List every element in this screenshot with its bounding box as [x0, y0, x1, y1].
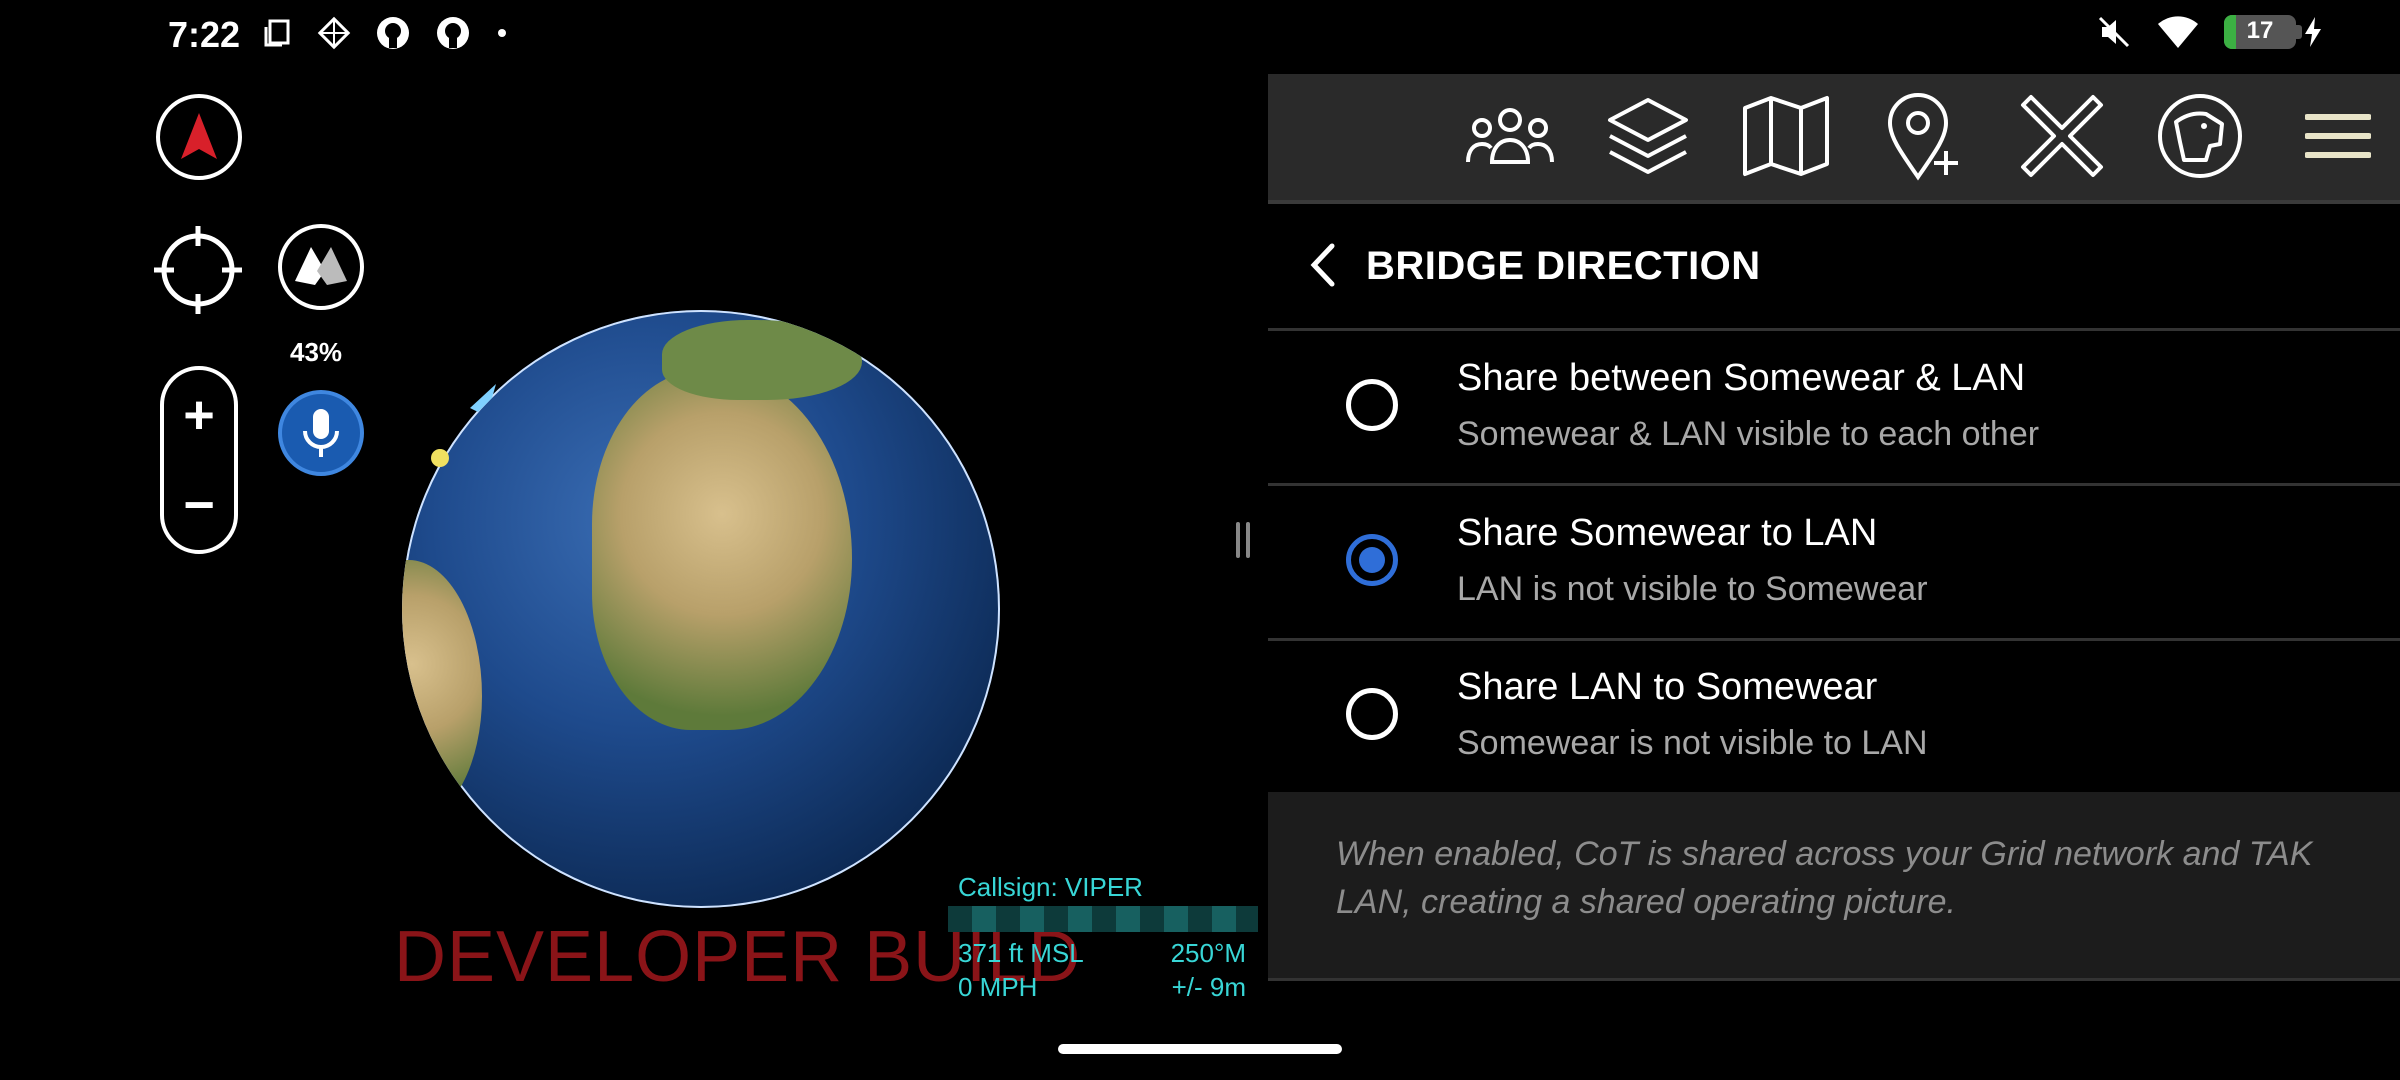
- option-subtitle: LAN is not visible to Somewear: [1457, 570, 1928, 608]
- battery-charging-icon: 17: [2224, 15, 2324, 49]
- tools-button[interactable]: [2014, 88, 2110, 184]
- dot-icon: [498, 29, 506, 37]
- status-icons-right: 17: [2096, 14, 2324, 50]
- option-share-between[interactable]: Share between Somewear & LAN Somewear & …: [1268, 331, 2400, 486]
- toolbar: [1268, 74, 2400, 204]
- dog-icon: [2158, 94, 2242, 178]
- back-chevron-icon[interactable]: [1304, 242, 1344, 288]
- github-icon: [437, 17, 469, 49]
- option-somewear-to-lan[interactable]: Share Somewear to LAN LAN is not visible…: [1268, 486, 2400, 641]
- heading-readout: 250°M: [1170, 938, 1246, 968]
- yellow-marker-icon[interactable]: [428, 446, 452, 470]
- altitude-readout: 371 ft MSL: [958, 938, 1084, 968]
- copy-icon: [264, 19, 290, 47]
- radio-share-between[interactable]: [1346, 379, 1398, 431]
- compass-button[interactable]: [156, 94, 242, 180]
- home-indicator[interactable]: [1058, 1044, 1342, 1054]
- diamond-grid-icon: [317, 16, 351, 50]
- tools-icon: [2021, 95, 2103, 177]
- accuracy-readout: +/- 9m: [1171, 972, 1246, 1002]
- status-time: 7:22: [168, 14, 241, 55]
- zoom-out-button[interactable]: −: [183, 474, 215, 536]
- north-arrow-icon: [181, 113, 217, 159]
- zoom-in-button[interactable]: +: [183, 384, 215, 446]
- add-pin-button[interactable]: [1876, 88, 1972, 184]
- push-to-talk-button[interactable]: [278, 390, 364, 476]
- dog-profile-button[interactable]: [2152, 88, 2248, 184]
- somewear-logo-button[interactable]: [278, 224, 364, 310]
- panel-drag-handle[interactable]: [1236, 522, 1254, 558]
- add-pin-icon: [1887, 93, 1958, 181]
- signal-percent: 43%: [290, 337, 343, 367]
- panel-header: BRIDGE DIRECTION: [1268, 204, 2400, 331]
- hamburger-menu-icon: [2305, 114, 2371, 158]
- radio-lan-to-somewear[interactable]: [1346, 688, 1398, 740]
- speed-readout: 0 MPH: [958, 972, 1038, 1002]
- status-icons-left: [262, 14, 510, 52]
- europe-landmass: [662, 320, 862, 400]
- mute-icon: [2098, 16, 2130, 48]
- option-title: Share LAN to Somewear: [1457, 666, 1878, 708]
- crosshair-icon: [154, 226, 242, 314]
- contacts-button[interactable]: [1462, 88, 1558, 184]
- bridge-direction-panel: BRIDGE DIRECTION Share between Somewear …: [1268, 74, 2400, 981]
- option-lan-to-somewear[interactable]: Share LAN to Somewear Somewear is not vi…: [1268, 640, 2400, 795]
- option-subtitle: Somewear & LAN visible to each other: [1457, 415, 2040, 453]
- wifi-icon: [2158, 16, 2198, 48]
- option-title: Share between Somewear & LAN: [1457, 357, 2026, 399]
- battery-level: 17: [2246, 17, 2274, 44]
- radio-somewear-to-lan[interactable]: [1346, 534, 1398, 586]
- locate-button[interactable]: [152, 224, 244, 316]
- menu-button[interactable]: [2290, 88, 2386, 184]
- layers-button[interactable]: [1600, 88, 1696, 184]
- somewear-logo-icon: [295, 247, 347, 285]
- map-button[interactable]: [1738, 88, 1834, 184]
- bridge-info-note: When enabled, CoT is shared across your …: [1268, 792, 2400, 981]
- panel-title: BRIDGE DIRECTION: [1366, 244, 1761, 288]
- telemetry-strip: [948, 906, 1258, 932]
- africa-landmass: [592, 370, 852, 730]
- layers-icon: [1608, 98, 1688, 174]
- map-marker-icon[interactable]: [464, 378, 504, 418]
- south-america-landmass: [402, 560, 482, 820]
- option-subtitle: Somewear is not visible to LAN: [1457, 724, 1928, 762]
- zoom-control: + −: [160, 366, 238, 554]
- microphone-icon: [303, 409, 339, 457]
- contacts-icon: [1466, 108, 1554, 164]
- note-text: When enabled, CoT is shared across your …: [1336, 835, 2313, 921]
- map-icon: [1743, 96, 1829, 176]
- option-title: Share Somewear to LAN: [1457, 512, 1878, 554]
- callsign-label: Callsign: VIPER: [958, 872, 1143, 902]
- github-icon: [377, 17, 409, 49]
